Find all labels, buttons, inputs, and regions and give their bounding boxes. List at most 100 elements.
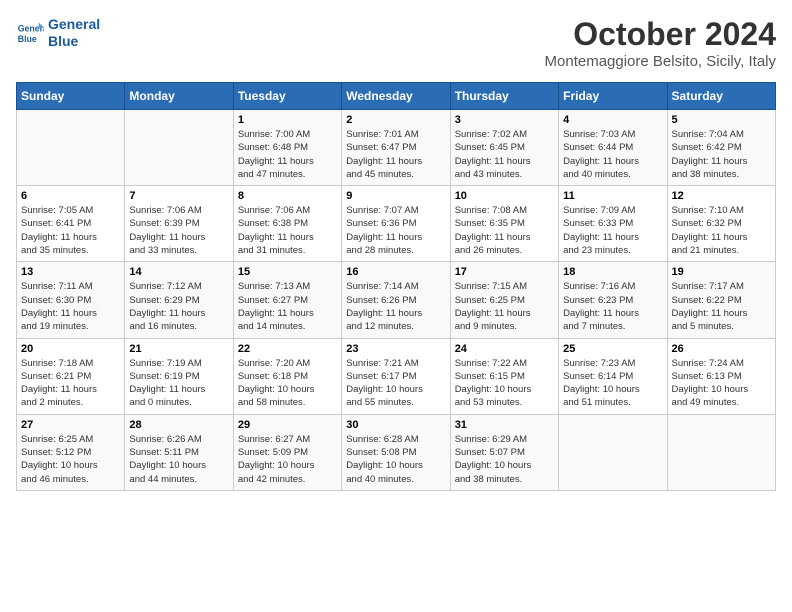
day-detail: Sunrise: 7:07 AM Sunset: 6:36 PM Dayligh… [346, 204, 445, 257]
day-number: 19 [672, 266, 771, 278]
calendar-cell: 10 Sunrise: 7:08 AM Sunset: 6:35 PM Dayli… [450, 186, 558, 262]
day-detail: Sunrise: 7:02 AM Sunset: 6:45 PM Dayligh… [455, 128, 554, 181]
day-number: 31 [455, 419, 554, 431]
calendar-cell: 20Sunrise: 7:18 AM Sunset: 6:21 PM Dayli… [17, 338, 125, 414]
day-detail: Sunrise: 7:06 AM Sunset: 6:39 PM Dayligh… [129, 204, 228, 257]
day-number: 7 [129, 190, 228, 202]
day-header-monday: Monday [125, 83, 233, 110]
day-number: 13 [21, 266, 120, 278]
day-number: 27 [21, 419, 120, 431]
calendar-table: SundayMondayTuesdayWednesdayThursdayFrid… [16, 82, 776, 491]
day-detail: Sunrise: 6:28 AM Sunset: 5:08 PM Dayligh… [346, 433, 445, 486]
day-detail: Sunrise: 7:01 AM Sunset: 6:47 PM Dayligh… [346, 128, 445, 181]
svg-text:Blue: Blue [18, 34, 37, 44]
day-number: 14 [129, 266, 228, 278]
day-detail: Sunrise: 7:18 AM Sunset: 6:21 PM Dayligh… [21, 357, 120, 410]
day-number: 18 [563, 266, 662, 278]
calendar-cell: 21Sunrise: 7:19 AM Sunset: 6:19 PM Dayli… [125, 338, 233, 414]
day-detail: Sunrise: 7:08 AM Sunset: 6:35 PM Dayligh… [455, 204, 554, 257]
calendar-cell: 4 Sunrise: 7:03 AM Sunset: 6:44 PM Daylig… [559, 110, 667, 186]
day-number: 24 [455, 343, 554, 355]
calendar-cell: 12 Sunrise: 7:10 AM Sunset: 6:32 PM Dayli… [667, 186, 775, 262]
calendar-cell: 11 Sunrise: 7:09 AM Sunset: 6:33 PM Dayli… [559, 186, 667, 262]
day-detail: Sunrise: 7:21 AM Sunset: 6:17 PM Dayligh… [346, 357, 445, 410]
calendar-week-5: 27 Sunrise: 6:25 AM Sunset: 5:12 PM Dayli… [17, 414, 776, 490]
day-number: 10 [455, 190, 554, 202]
day-detail: Sunrise: 6:27 AM Sunset: 5:09 PM Dayligh… [238, 433, 337, 486]
day-detail: Sunrise: 7:00 AM Sunset: 6:48 PM Dayligh… [238, 128, 337, 181]
day-number: 28 [129, 419, 228, 431]
day-number: 25 [563, 343, 662, 355]
day-number: 1 [238, 114, 337, 126]
day-number: 29 [238, 419, 337, 431]
day-header-sunday: Sunday [17, 83, 125, 110]
day-detail: Sunrise: 7:19 AM Sunset: 6:19 PM Dayligh… [129, 357, 228, 410]
day-number: 12 [672, 190, 771, 202]
calendar-cell: 19 Sunrise: 7:17 AM Sunset: 6:22 PM Dayli… [667, 262, 775, 338]
calendar-cell [667, 414, 775, 490]
calendar-week-3: 13 Sunrise: 7:11 AM Sunset: 6:30 PM Dayli… [17, 262, 776, 338]
day-detail: Sunrise: 7:16 AM Sunset: 6:23 PM Dayligh… [563, 280, 662, 333]
day-detail: Sunrise: 7:09 AM Sunset: 6:33 PM Dayligh… [563, 204, 662, 257]
calendar-cell: 15Sunrise: 7:13 AM Sunset: 6:27 PM Dayli… [233, 262, 341, 338]
calendar-cell: 27 Sunrise: 6:25 AM Sunset: 5:12 PM Dayli… [17, 414, 125, 490]
day-header-tuesday: Tuesday [233, 83, 341, 110]
day-detail: Sunrise: 7:22 AM Sunset: 6:15 PM Dayligh… [455, 357, 554, 410]
calendar-cell [17, 110, 125, 186]
day-detail: Sunrise: 7:03 AM Sunset: 6:44 PM Dayligh… [563, 128, 662, 181]
day-header-wednesday: Wednesday [342, 83, 450, 110]
day-number: 23 [346, 343, 445, 355]
calendar-cell: 6Sunrise: 7:05 AM Sunset: 6:41 PM Daylig… [17, 186, 125, 262]
calendar-cell: 31 Sunrise: 6:29 AM Sunset: 5:07 PM Dayli… [450, 414, 558, 490]
day-detail: Sunrise: 7:14 AM Sunset: 6:26 PM Dayligh… [346, 280, 445, 333]
day-detail: Sunrise: 7:06 AM Sunset: 6:38 PM Dayligh… [238, 204, 337, 257]
calendar-cell: 14 Sunrise: 7:12 AM Sunset: 6:29 PM Dayli… [125, 262, 233, 338]
calendar-cell: 17 Sunrise: 7:15 AM Sunset: 6:25 PM Dayli… [450, 262, 558, 338]
calendar-cell [559, 414, 667, 490]
day-number: 11 [563, 190, 662, 202]
calendar-cell: 16 Sunrise: 7:14 AM Sunset: 6:26 PM Dayli… [342, 262, 450, 338]
calendar-cell: 9 Sunrise: 7:07 AM Sunset: 6:36 PM Daylig… [342, 186, 450, 262]
title-block: October 2024 Montemaggiore Belsito, Sici… [545, 16, 776, 70]
day-detail: Sunrise: 7:17 AM Sunset: 6:22 PM Dayligh… [672, 280, 771, 333]
page-title: October 2024 [545, 16, 776, 53]
day-number: 8 [238, 190, 337, 202]
calendar-cell: 13 Sunrise: 7:11 AM Sunset: 6:30 PM Dayli… [17, 262, 125, 338]
day-detail: Sunrise: 7:10 AM Sunset: 6:32 PM Dayligh… [672, 204, 771, 257]
page-subtitle: Montemaggiore Belsito, Sicily, Italy [545, 53, 776, 70]
calendar-cell [125, 110, 233, 186]
calendar-cell: 18 Sunrise: 7:16 AM Sunset: 6:23 PM Dayli… [559, 262, 667, 338]
calendar-cell: 2 Sunrise: 7:01 AM Sunset: 6:47 PM Daylig… [342, 110, 450, 186]
day-number: 17 [455, 266, 554, 278]
day-number: 4 [563, 114, 662, 126]
day-number: 16 [346, 266, 445, 278]
day-detail: Sunrise: 7:23 AM Sunset: 6:14 PM Dayligh… [563, 357, 662, 410]
logo-text: General Blue [48, 16, 100, 50]
day-detail: Sunrise: 7:04 AM Sunset: 6:42 PM Dayligh… [672, 128, 771, 181]
calendar-cell: 1 Sunrise: 7:00 AM Sunset: 6:48 PM Daylig… [233, 110, 341, 186]
calendar-cell: 26 Sunrise: 7:24 AM Sunset: 6:13 PM Dayli… [667, 338, 775, 414]
logo-icon: General Blue [16, 19, 44, 47]
calendar-cell: 23 Sunrise: 7:21 AM Sunset: 6:17 PM Dayli… [342, 338, 450, 414]
day-header-friday: Friday [559, 83, 667, 110]
day-header-thursday: Thursday [450, 83, 558, 110]
day-detail: Sunrise: 7:12 AM Sunset: 6:29 PM Dayligh… [129, 280, 228, 333]
calendar-cell: 24 Sunrise: 7:22 AM Sunset: 6:15 PM Dayli… [450, 338, 558, 414]
day-detail: Sunrise: 6:25 AM Sunset: 5:12 PM Dayligh… [21, 433, 120, 486]
day-number: 2 [346, 114, 445, 126]
day-detail: Sunrise: 7:11 AM Sunset: 6:30 PM Dayligh… [21, 280, 120, 333]
day-number: 26 [672, 343, 771, 355]
day-detail: Sunrise: 7:24 AM Sunset: 6:13 PM Dayligh… [672, 357, 771, 410]
calendar-cell: 25 Sunrise: 7:23 AM Sunset: 6:14 PM Dayli… [559, 338, 667, 414]
day-number: 22 [238, 343, 337, 355]
calendar-cell: 3Sunrise: 7:02 AM Sunset: 6:45 PM Daylig… [450, 110, 558, 186]
calendar-week-4: 20Sunrise: 7:18 AM Sunset: 6:21 PM Dayli… [17, 338, 776, 414]
day-number: 15 [238, 266, 337, 278]
day-number: 9 [346, 190, 445, 202]
day-detail: Sunrise: 7:15 AM Sunset: 6:25 PM Dayligh… [455, 280, 554, 333]
day-detail: Sunrise: 6:29 AM Sunset: 5:07 PM Dayligh… [455, 433, 554, 486]
calendar-cell: 30Sunrise: 6:28 AM Sunset: 5:08 PM Dayli… [342, 414, 450, 490]
day-header-saturday: Saturday [667, 83, 775, 110]
day-number: 5 [672, 114, 771, 126]
day-detail: Sunrise: 6:26 AM Sunset: 5:11 PM Dayligh… [129, 433, 228, 486]
